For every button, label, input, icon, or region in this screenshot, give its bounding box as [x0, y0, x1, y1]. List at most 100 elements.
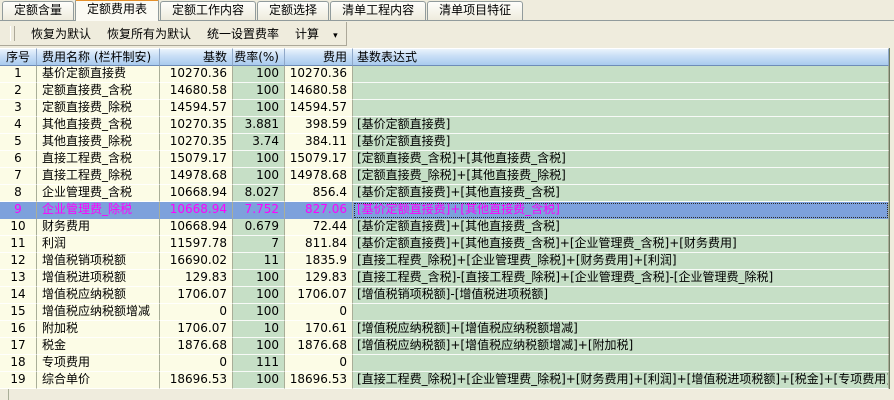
- table-row[interactable]: 18 专项费用 0 111 0: [0, 355, 889, 372]
- table-row[interactable]: 9 企业管理费_除税 10668.94 7.752 827.06 [基价定额直接…: [0, 202, 889, 219]
- cell-rate[interactable]: 100: [233, 151, 285, 168]
- cell-seq[interactable]: 2: [0, 83, 37, 100]
- cell-expression[interactable]: [直接工程费_除税]+[企业管理费_除税]+[财务费用]+[利润]: [353, 253, 889, 270]
- cell-name[interactable]: 定额直接费_除税: [37, 100, 160, 117]
- table-row[interactable]: 14 增值税应纳税额 1706.07 100 1706.07 [增值税销项税额]…: [0, 287, 889, 304]
- cell-base[interactable]: 18696.53: [160, 372, 233, 389]
- cell-expression[interactable]: [增值税应纳税额]+[增值税应纳税额增减]+[附加税]: [353, 338, 889, 355]
- cell-base[interactable]: 10668.94: [160, 185, 233, 202]
- cell-fee[interactable]: 10270.36: [285, 66, 353, 83]
- cell-name[interactable]: 其他直接费_除税: [37, 134, 160, 151]
- tab-2[interactable]: 定额工作内容: [160, 1, 256, 20]
- table-row[interactable]: 15 增值税应纳税额增减 0 100 0: [0, 304, 889, 321]
- cell-fee[interactable]: 811.84: [285, 236, 353, 253]
- cell-name[interactable]: 增值税进项税额: [37, 270, 160, 287]
- cell-base[interactable]: 11597.78: [160, 236, 233, 253]
- cell-fee[interactable]: 170.61: [285, 321, 353, 338]
- cell-expression[interactable]: [353, 83, 889, 100]
- tab-1[interactable]: 定额费用表: [75, 0, 159, 21]
- cell-name[interactable]: 增值税销项税额: [37, 253, 160, 270]
- cell-rate[interactable]: 0.679: [233, 219, 285, 236]
- cell-fee[interactable]: 129.83: [285, 270, 353, 287]
- cell-fee[interactable]: 18696.53: [285, 372, 353, 389]
- table-row[interactable]: 1 基价定额直接费 10270.36 100 10270.36: [0, 66, 889, 83]
- cell-fee[interactable]: 827.06: [285, 202, 353, 219]
- table-row[interactable]: 17 税金 1876.68 100 1876.68 [增值税应纳税额]+[增值税…: [0, 338, 889, 355]
- cell-fee[interactable]: 1706.07: [285, 287, 353, 304]
- toolbar-overflow-icon[interactable]: ▾: [333, 28, 338, 40]
- cell-rate[interactable]: 100: [233, 304, 285, 321]
- cell-expression[interactable]: [直接工程费_含税]-[直接工程费_除税]+[企业管理费_含税]-[企业管理费_…: [353, 270, 889, 287]
- cell-seq[interactable]: 13: [0, 270, 37, 287]
- cell-name[interactable]: 直接工程费_含税: [37, 151, 160, 168]
- cell-seq[interactable]: 5: [0, 134, 37, 151]
- table-row[interactable]: 5 其他直接费_除税 10270.35 3.74 384.11 [基价定额直接费…: [0, 134, 889, 151]
- cell-name[interactable]: 企业管理费_除税: [37, 202, 160, 219]
- cell-rate[interactable]: 100: [233, 100, 285, 117]
- table-row[interactable]: 6 直接工程费_含税 15079.17 100 15079.17 [定额直接费_…: [0, 151, 889, 168]
- cell-seq[interactable]: 4: [0, 117, 37, 134]
- cell-expression[interactable]: [353, 355, 889, 372]
- cell-expression[interactable]: [353, 100, 889, 117]
- cell-base[interactable]: 1706.07: [160, 321, 233, 338]
- cell-base[interactable]: 10668.94: [160, 202, 233, 219]
- cell-expression[interactable]: [基价定额直接费]: [353, 117, 889, 134]
- cell-name[interactable]: 增值税应纳税额增减: [37, 304, 160, 321]
- cell-base[interactable]: 10270.36: [160, 66, 233, 83]
- cell-base[interactable]: 14594.57: [160, 100, 233, 117]
- cell-fee[interactable]: 856.4: [285, 185, 353, 202]
- cell-seq[interactable]: 15: [0, 304, 37, 321]
- cell-name[interactable]: 企业管理费_含税: [37, 185, 160, 202]
- cell-seq[interactable]: 12: [0, 253, 37, 270]
- cell-expression[interactable]: [基价定额直接费]+[其他直接费_含税]: [353, 185, 889, 202]
- cell-seq[interactable]: 17: [0, 338, 37, 355]
- cell-name[interactable]: 基价定额直接费: [37, 66, 160, 83]
- table-row[interactable]: 12 增值税销项税额 16690.02 11 1835.9 [直接工程费_除税]…: [0, 253, 889, 270]
- cell-seq[interactable]: 16: [0, 321, 37, 338]
- table-row[interactable]: 3 定额直接费_除税 14594.57 100 14594.57: [0, 100, 889, 117]
- cell-expression[interactable]: [基价定额直接费]: [353, 134, 889, 151]
- cell-name[interactable]: 定额直接费_含税: [37, 83, 160, 100]
- cell-rate[interactable]: 100: [233, 287, 285, 304]
- cell-rate[interactable]: 8.027: [233, 185, 285, 202]
- cell-seq[interactable]: 19: [0, 372, 37, 389]
- table-row[interactable]: 8 企业管理费_含税 10668.94 8.027 856.4 [基价定额直接费…: [0, 185, 889, 202]
- cell-base[interactable]: 10270.35: [160, 117, 233, 134]
- cell-seq[interactable]: 8: [0, 185, 37, 202]
- cell-fee[interactable]: 398.59: [285, 117, 353, 134]
- cell-expression[interactable]: [基价定额直接费]+[其他直接费_含税]: [353, 219, 889, 236]
- cell-rate[interactable]: 10: [233, 321, 285, 338]
- cell-rate[interactable]: 3.74: [233, 134, 285, 151]
- cell-base[interactable]: 10270.35: [160, 134, 233, 151]
- cell-fee[interactable]: 0: [285, 304, 353, 321]
- table-row[interactable]: 2 定额直接费_含税 14680.58 100 14680.58: [0, 83, 889, 100]
- cell-name[interactable]: 附加税: [37, 321, 160, 338]
- cell-seq[interactable]: 10: [0, 219, 37, 236]
- cell-name[interactable]: 综合单价: [37, 372, 160, 389]
- cell-rate[interactable]: 100: [233, 83, 285, 100]
- cell-base[interactable]: 10668.94: [160, 219, 233, 236]
- cell-fee[interactable]: 1876.68: [285, 338, 353, 355]
- cell-fee[interactable]: 14680.58: [285, 83, 353, 100]
- cell-expression[interactable]: [353, 66, 889, 83]
- table-row[interactable]: 19 综合单价 18696.53 100 18696.53 [直接工程费_除税]…: [0, 372, 889, 389]
- toolbar-button-3[interactable]: 计算: [287, 22, 327, 45]
- cell-fee[interactable]: 384.11: [285, 134, 353, 151]
- cell-rate[interactable]: 3.881: [233, 117, 285, 134]
- cell-expression[interactable]: [定额直接费_除税]+[其他直接费_除税]: [353, 168, 889, 185]
- cell-base[interactable]: 0: [160, 304, 233, 321]
- tab-4[interactable]: 清单工程内容: [330, 1, 426, 20]
- cell-rate[interactable]: 100: [233, 338, 285, 355]
- table-row[interactable]: 16 附加税 1706.07 10 170.61 [增值税应纳税额]+[增值税应…: [0, 321, 889, 338]
- cell-seq[interactable]: 18: [0, 355, 37, 372]
- tab-5[interactable]: 清单项目特征: [427, 1, 523, 20]
- cell-base[interactable]: 15079.17: [160, 151, 233, 168]
- cell-rate[interactable]: 100: [233, 66, 285, 83]
- toolbar-button-2[interactable]: 统一设置费率: [199, 22, 287, 45]
- toolbar-button-0[interactable]: 恢复为默认: [23, 22, 99, 45]
- cell-seq[interactable]: 14: [0, 287, 37, 304]
- cell-rate[interactable]: 7: [233, 236, 285, 253]
- table-row[interactable]: 13 增值税进项税额 129.83 100 129.83 [直接工程费_含税]-…: [0, 270, 889, 287]
- cell-fee[interactable]: 1835.9: [285, 253, 353, 270]
- table-row[interactable]: 4 其他直接费_含税 10270.35 3.881 398.59 [基价定额直接…: [0, 117, 889, 134]
